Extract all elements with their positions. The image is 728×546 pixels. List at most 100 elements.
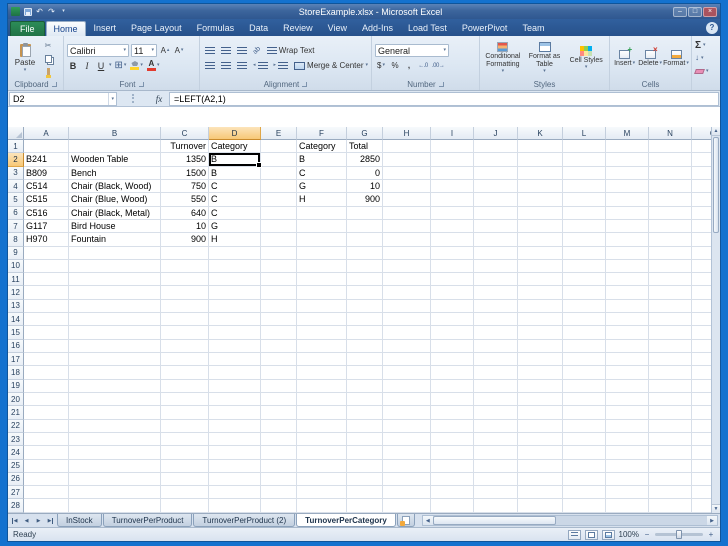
cell-B7[interactable]: Bird House [69,219,161,234]
cell-L14[interactable] [563,313,606,327]
cell-G19[interactable] [347,379,383,393]
cell-M21[interactable] [606,406,649,420]
cell-M4[interactable] [606,179,649,194]
cell-D19[interactable] [209,379,261,393]
cell-O17[interactable] [692,353,711,367]
cell-D10[interactable] [209,259,261,274]
autosum-button[interactable]: Σ ▾ [695,39,709,51]
scroll-right-icon[interactable]: ▶ [707,516,717,525]
cell-J14[interactable] [474,313,518,327]
cell-E18[interactable] [261,366,297,380]
cell-L9[interactable] [563,246,606,260]
row-header-6[interactable]: 6 [8,206,24,220]
cell-N19[interactable] [649,379,692,393]
cell-C13[interactable] [161,299,209,314]
qat-dropdown-icon[interactable]: ▾ [59,7,68,17]
column-header-J[interactable]: J [474,127,518,140]
cell-B13[interactable] [69,299,161,314]
cell-N28[interactable] [649,499,692,513]
cell-F14[interactable] [297,313,347,327]
cell-N7[interactable] [649,219,692,234]
cell-F12[interactable] [297,286,347,300]
cell-O10[interactable] [692,260,711,274]
cell-C14[interactable] [161,313,209,327]
cell-B22[interactable] [69,419,161,433]
cell-G27[interactable] [347,486,383,500]
cell-H15[interactable] [383,326,431,340]
cell-J27[interactable] [474,486,518,500]
cell-A17[interactable] [24,353,69,367]
column-header-N[interactable]: N [649,127,692,140]
cell-M14[interactable] [606,313,649,327]
cell-E19[interactable] [261,379,297,393]
sheet-tab-instock[interactable]: InStock [57,514,102,527]
cell-F27[interactable] [297,486,347,500]
cell-C5[interactable]: 550 [161,193,209,207]
column-header-O[interactable]: O [692,127,711,140]
cell-D21[interactable] [209,406,261,420]
cell-O7[interactable] [692,220,711,234]
cell-D17[interactable] [209,353,261,367]
cell-J11[interactable] [474,273,518,287]
cell-I8[interactable] [431,233,474,247]
orientation-button[interactable]: ab [251,44,263,57]
ribbon-tab-data[interactable]: Data [242,21,275,36]
row-header-22[interactable]: 22 [8,419,24,433]
cell-B15[interactable] [69,326,161,340]
cell-A28[interactable] [24,499,69,513]
cell-A20[interactable] [24,392,69,407]
cell-F18[interactable] [297,366,347,380]
format-painter-button[interactable] [41,66,55,78]
cell-G25[interactable] [347,459,383,473]
cell-G26[interactable] [347,472,383,487]
cell-K27[interactable] [518,486,563,500]
cell-E25[interactable] [261,459,297,473]
cell-B23[interactable] [69,432,161,447]
cell-I1[interactable] [431,140,474,154]
cell-B14[interactable] [69,313,161,327]
cell-H4[interactable] [383,179,431,194]
cell-styles-button[interactable]: Cell Styles ▾ [566,37,606,79]
cell-F5[interactable]: H [297,193,347,207]
formula-input[interactable]: =LEFT(A2,1) [169,91,719,106]
underline-dropdown-icon[interactable]: ▾ [109,63,112,68]
ribbon-tab-load-test[interactable]: Load Test [401,21,454,36]
cell-D14[interactable] [209,313,261,327]
comma-style-button[interactable]: , [403,59,415,72]
cell-C23[interactable] [161,432,209,447]
cell-I9[interactable] [431,246,474,260]
cell-F7[interactable] [297,219,347,234]
cell-O27[interactable] [692,486,711,500]
next-sheet-button[interactable]: ▶ [33,515,44,526]
cell-E4[interactable] [261,179,297,194]
cell-F15[interactable] [297,326,347,340]
cell-J2[interactable] [474,153,518,167]
cell-I23[interactable] [431,432,474,447]
cell-C26[interactable] [161,472,209,487]
cell-I18[interactable] [431,366,474,380]
align-middle-button[interactable] [219,44,233,57]
cell-I13[interactable] [431,299,474,314]
cell-A12[interactable] [24,286,69,300]
cell-N27[interactable] [649,486,692,500]
cell-F13[interactable] [297,299,347,314]
cell-C24[interactable] [161,446,209,460]
row-header-20[interactable]: 20 [8,392,24,407]
align-top-button[interactable] [203,44,217,57]
cell-B28[interactable] [69,499,161,513]
column-header-A[interactable]: A [24,127,69,140]
cell-C25[interactable] [161,459,209,473]
cell-K28[interactable] [518,499,563,513]
cell-K1[interactable] [518,140,563,154]
cell-N10[interactable] [649,259,692,274]
column-header-H[interactable]: H [383,127,431,140]
cell-E22[interactable] [261,419,297,433]
cell-C1[interactable]: Turnover [161,140,209,154]
cell-F22[interactable] [297,419,347,433]
row-header-8[interactable]: 8 [8,233,24,247]
format-as-table-button[interactable]: Format as Table ▾ [525,37,565,79]
cell-G24[interactable] [347,446,383,460]
cell-F19[interactable] [297,379,347,393]
cell-I17[interactable] [431,353,474,367]
cell-M27[interactable] [606,486,649,500]
